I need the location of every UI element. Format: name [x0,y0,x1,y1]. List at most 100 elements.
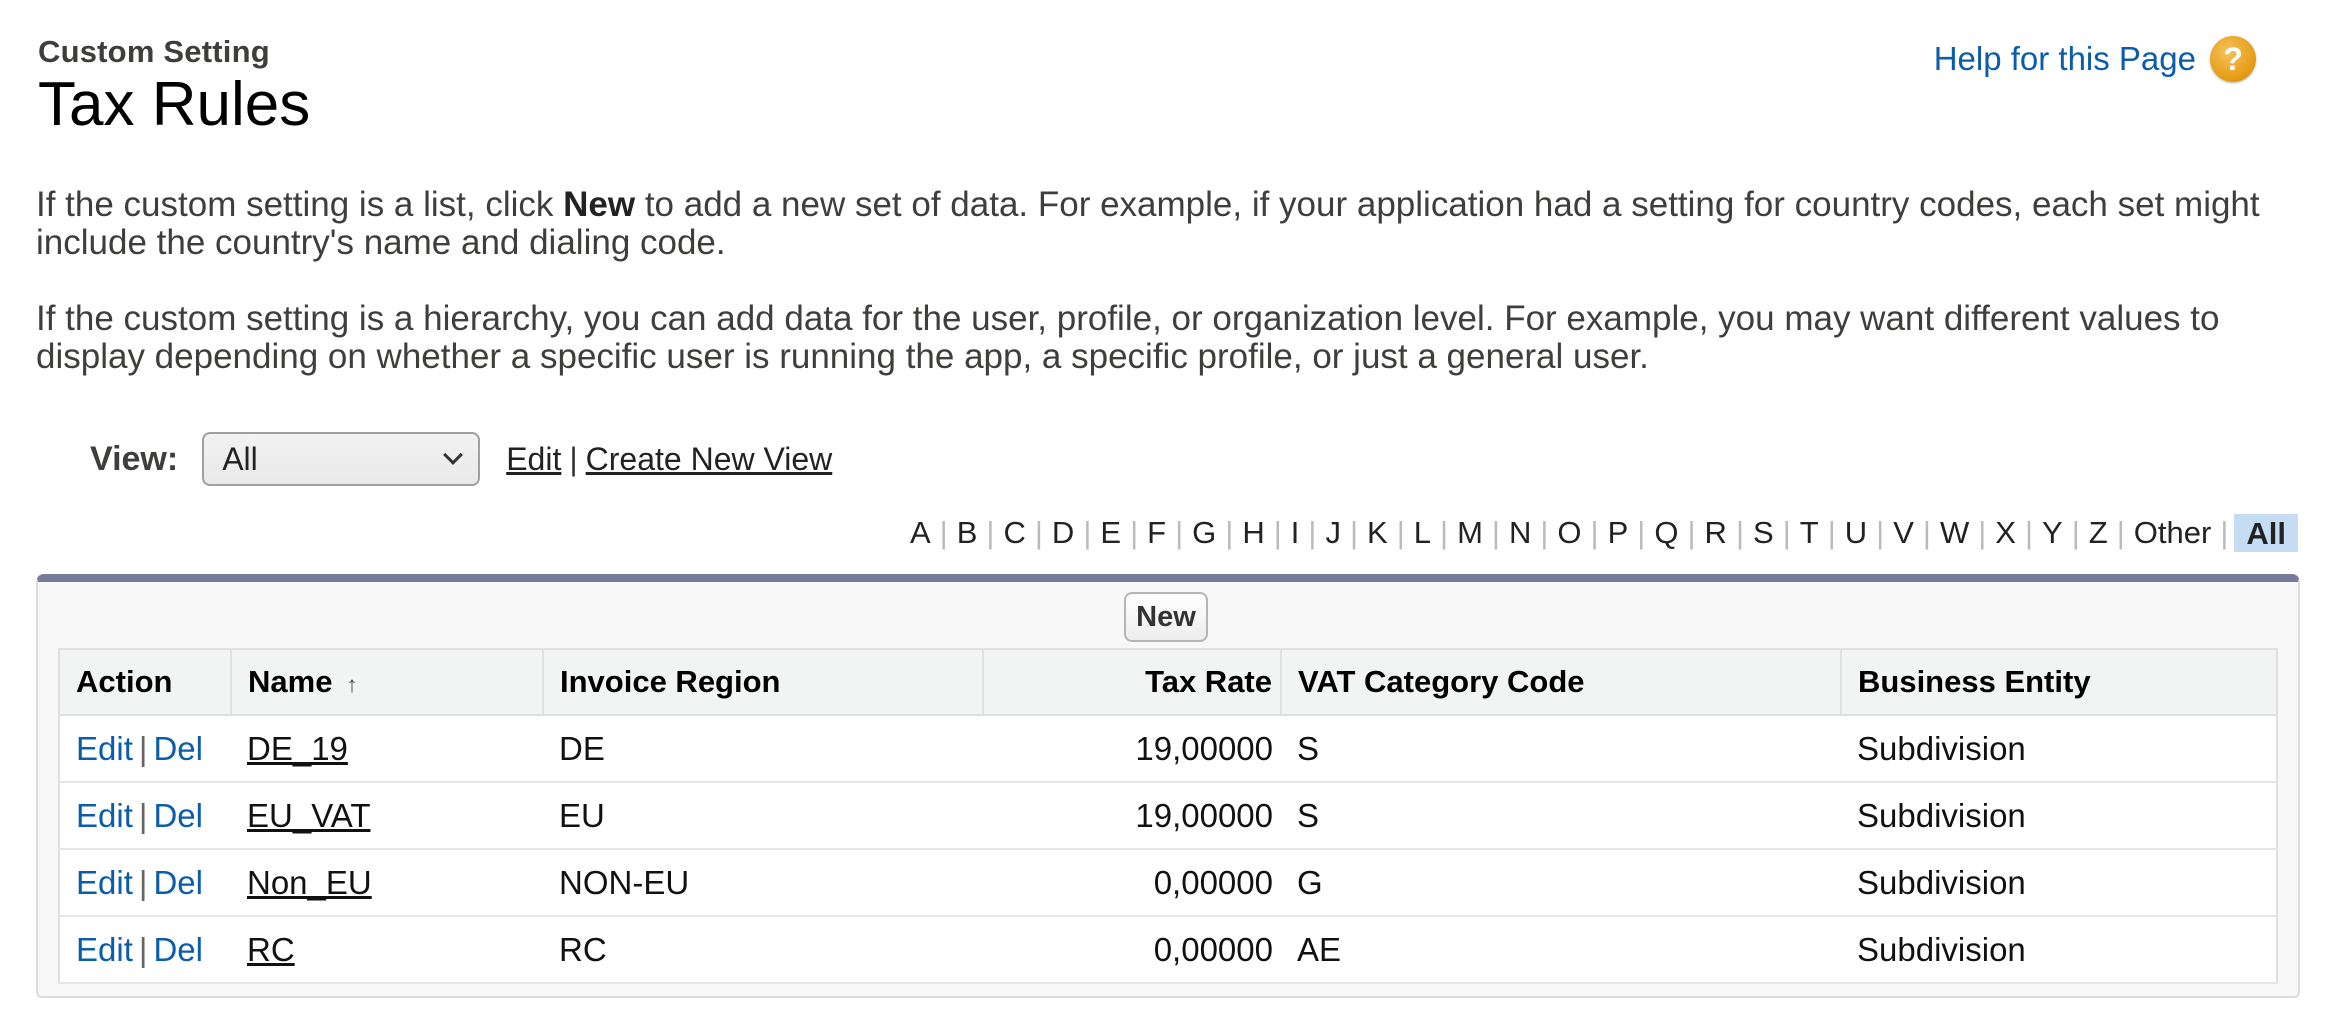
action-separator: | [138,863,148,901]
alpha-separator: | [1308,515,1317,550]
cell-vat-category-code: G [1281,849,1841,917]
table-row: Edit | Del RC RC 0,00000 AE Subdivision [59,916,2277,984]
view-select-value: All [222,440,258,477]
alpha-filter-p[interactable]: P [1605,515,1632,551]
alpha-separator: | [1083,515,1092,550]
intro-hierarchy-paragraph: If the custom setting is a hierarchy, yo… [36,299,2220,376]
alpha-filter-q[interactable]: Q [1651,515,1681,551]
alpha-filter-v[interactable]: V [1890,515,1917,551]
edit-link[interactable]: Edit [76,931,133,968]
alpha-separator: | [1876,515,1885,550]
cell-invoice-region: RC [543,916,983,984]
help-icon[interactable]: ? [2210,36,2256,82]
edit-link[interactable]: Edit [76,797,133,834]
alpha-filter-other[interactable]: Other [2131,515,2215,551]
alpha-filter-m[interactable]: M [1454,515,1486,551]
alpha-filter-f[interactable]: F [1144,515,1169,551]
alpha-filter-d[interactable]: D [1049,515,1077,551]
alpha-separator: | [1396,515,1405,550]
alpha-filter-r[interactable]: R [1702,515,1730,551]
cell-invoice-region: NON-EU [543,849,983,917]
alpha-filter-u[interactable]: U [1842,515,1870,551]
edit-view-link[interactable]: Edit [506,441,561,477]
alpha-filter-k[interactable]: K [1364,515,1391,551]
cell-tax-rate: 19,00000 [983,715,1281,783]
alpha-filter-g[interactable]: G [1189,515,1219,551]
cell-vat-category-code: S [1281,715,1841,783]
alpha-filter-j[interactable]: J [1322,515,1344,551]
record-name-link[interactable]: DE_19 [247,730,348,767]
alpha-filter-o[interactable]: O [1554,515,1584,551]
alpha-filter-h[interactable]: H [1239,515,1267,551]
alpha-filter-y[interactable]: Y [2039,515,2066,551]
help-area: Help for this Page ? [1934,36,2256,82]
cell-business-entity: Subdivision [1841,916,2277,984]
table-row: Edit | Del Non_EU NON-EU 0,00000 G Subdivision [59,849,2277,917]
alpha-filter-l[interactable]: L [1411,515,1434,551]
alpha-filter-x[interactable]: X [1992,515,2019,551]
page-subtitle: Custom Setting [38,34,270,69]
alpha-filter-s[interactable]: S [1750,515,1777,551]
record-name-link[interactable]: EU_VAT [247,797,370,834]
alpha-separator: | [1637,515,1646,550]
delete-link[interactable]: Del [153,931,203,968]
alpha-separator: | [1782,515,1791,550]
record-name-link[interactable]: Non_EU [247,864,372,901]
record-name-link[interactable]: RC [247,931,295,968]
action-separator: | [138,796,148,834]
column-header-business-entity[interactable]: Business Entity [1841,649,2278,716]
alpha-separator: | [1175,515,1184,550]
cell-vat-category-code: AE [1281,916,1841,984]
view-link-separator: | [569,440,578,477]
alpha-separator: | [1034,515,1043,550]
edit-link[interactable]: Edit [76,730,133,767]
cell-vat-category-code: S [1281,782,1841,850]
cell-business-entity: Subdivision [1841,782,2277,850]
cell-name: DE_19 [231,715,543,783]
column-header-invoice-region[interactable]: Invoice Region [543,649,984,716]
alpha-separator: | [1687,515,1696,550]
delete-link[interactable]: Del [153,797,203,834]
intro-list-paragraph: If the custom setting is a list, click N… [36,186,2306,262]
intro-p1-before: If the custom setting is a list, click [36,185,564,224]
alpha-separator: | [1225,515,1234,550]
view-select[interactable]: All [202,432,481,486]
cell-business-entity: Subdivision [1841,715,2277,783]
alpha-filter-z[interactable]: Z [2086,515,2111,551]
intro-p1-bold: New [563,185,636,224]
help-link[interactable]: Help for this Page [1934,40,2196,78]
action-separator: | [138,930,148,968]
delete-link[interactable]: Del [153,864,203,901]
alpha-separator: | [2116,515,2125,550]
alpha-separator: | [1130,515,1139,550]
alpha-separator: | [1540,515,1549,550]
cell-invoice-region: DE [543,715,983,783]
column-header-name[interactable]: Name ↑ [231,649,544,716]
alpha-filter-w[interactable]: W [1937,515,1972,551]
alpha-separator: | [1590,515,1599,550]
view-links: Edit | Create New View [506,441,832,478]
alpha-separator: | [1978,515,1987,550]
alpha-filter-n[interactable]: N [1506,515,1534,551]
column-header-tax-rate[interactable]: Tax Rate [983,649,1282,716]
alpha-filter-i[interactable]: I [1288,515,1303,551]
cell-name: Non_EU [231,849,543,917]
alpha-separator: | [1827,515,1836,550]
view-label: View: [90,439,179,478]
column-header-vat-category-code[interactable]: VAT Category Code [1281,649,1842,716]
alpha-separator: | [1440,515,1449,550]
alpha-filter-t[interactable]: T [1797,515,1822,551]
page-title: Tax Rules [38,70,311,139]
alpha-filter-e[interactable]: E [1097,515,1124,551]
alpha-filter-a[interactable]: A [907,515,934,551]
new-button[interactable]: New [1124,592,1208,642]
alpha-filter-all[interactable]: All [2234,514,2298,552]
row-actions: Edit | Del [59,849,231,917]
create-new-view-link[interactable]: Create New View [586,441,833,477]
view-bar: View: All Edit | Create New View [90,432,832,486]
records-table: Action Name ↑ Invoice Region Tax Rate VAT… [58,648,2278,984]
alpha-filter-c[interactable]: C [1000,515,1028,551]
alpha-filter-b[interactable]: B [954,515,981,551]
delete-link[interactable]: Del [153,730,203,767]
edit-link[interactable]: Edit [76,864,133,901]
